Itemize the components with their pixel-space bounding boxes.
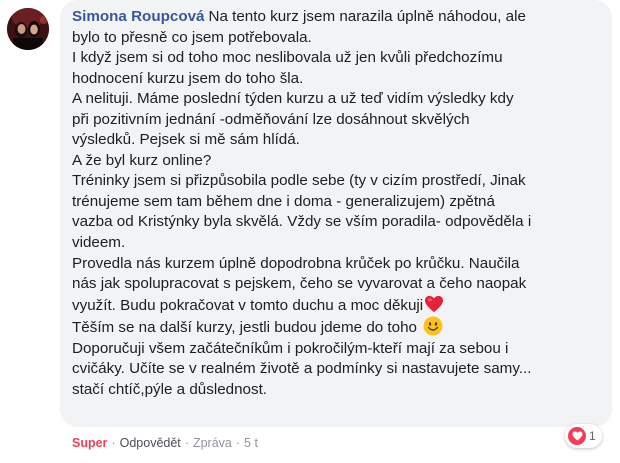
comment-line: A že byl kurz online? <box>72 151 212 169</box>
heart-emoji-icon <box>425 295 444 312</box>
separator: · <box>235 436 241 450</box>
comment-line: Těším se na další kurzy, jestli budou jd… <box>72 316 600 339</box>
comment-line: při pozitivním jednání -odměňování lze d… <box>72 110 470 128</box>
comment-body: Simona Roupcová Na tento kurz jsem narazi… <box>72 7 600 400</box>
author-name[interactable]: Simona Roupcová <box>72 8 205 25</box>
like-button[interactable]: Super <box>72 436 107 450</box>
message-button[interactable]: Zpráva <box>193 436 232 450</box>
comment-line: I když jsem si od toho moc neslibovala u… <box>72 49 503 67</box>
comment-line: stačí chtíč,pýle a důslednost. <box>72 380 268 398</box>
comment-line: trénujeme sem tam během dne i doma - gen… <box>72 192 495 210</box>
comment-line: Simona Roupcová Na tento kurz jsem narazi… <box>72 7 600 28</box>
comment-text: Na tento kurz jsem narazila úplně náhodo… <box>208 8 526 25</box>
comment: Simona Roupcová Na tento kurz jsem narazi… <box>0 0 620 463</box>
avatar-photo <box>7 8 49 50</box>
reaction-summary[interactable]: 1 <box>565 424 602 448</box>
heart-icon <box>568 427 586 445</box>
comment-line: vazba od Kristýnky byla skvělá. Vždy se … <box>72 213 532 231</box>
reply-button[interactable]: Odpovědět <box>120 436 181 450</box>
comment-line: výsledků. Pejsek si mě sám hlídá. <box>72 131 300 149</box>
comment-text: využít. Budu pokračovat v tomto duchu a … <box>72 296 424 314</box>
comment-text: Těším se na další kurzy, jestli budou jd… <box>72 319 417 337</box>
avatar[interactable] <box>7 8 49 50</box>
comment-line: Provedla nás kurzem úplně dopodrobna krů… <box>72 254 520 272</box>
reaction-count: 1 <box>589 429 596 443</box>
comment-line: cvičáky. Učíte se v realném životě a pod… <box>72 360 532 378</box>
comment-line: nás jak spolupracovat s pejskem, čeho se… <box>72 275 527 293</box>
comment-line: Tréninky jsem si přizpůsobila podle sebe… <box>72 172 526 190</box>
comment-line: bylo to přesně co jsem potřebovala. <box>72 28 312 46</box>
comment-bubble: Simona Roupcová Na tento kurz jsem narazi… <box>60 0 612 427</box>
separator: · <box>184 436 189 450</box>
comment-actions: Super · Odpovědět · Zpráva · 5 t <box>72 436 258 450</box>
smile-emoji-icon <box>423 316 443 336</box>
comment-line: Doporučuji všem začátečníkům i pokročilý… <box>72 339 509 357</box>
comment-line: videem. <box>72 234 126 252</box>
timestamp[interactable]: 5 t <box>244 436 258 450</box>
comment-line: hodnocení kurzu jsem do toho šla. <box>72 69 304 87</box>
separator: · <box>111 436 116 450</box>
comment-line: využít. Budu pokračovat v tomto duchu a … <box>72 295 600 317</box>
comment-line: A nelituji. Máme poslední týden kurzu a … <box>72 90 514 108</box>
